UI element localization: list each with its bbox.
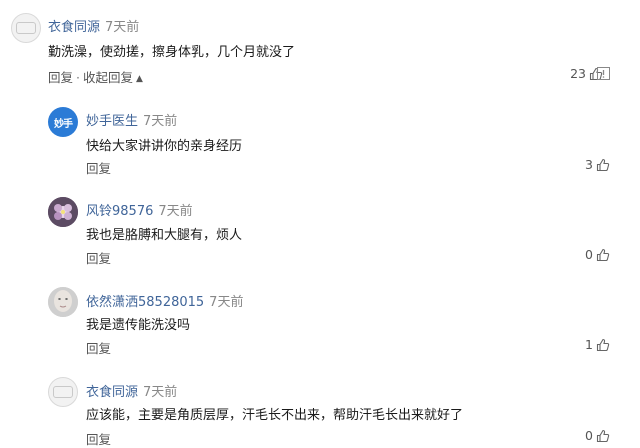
- comment-time: 7天前: [158, 204, 193, 219]
- comment-username[interactable]: 衣食同源 7天前: [48, 16, 139, 35]
- reply-button[interactable]: 回复: [86, 251, 111, 266]
- comment-actions: 回复: [86, 248, 111, 267]
- collapse-replies-button[interactable]: 收起回复 ▲: [83, 70, 143, 85]
- user-avatar[interactable]: [48, 287, 78, 317]
- like-button[interactable]: 3: [585, 157, 610, 172]
- user-avatar[interactable]: [48, 377, 78, 407]
- comment-username[interactable]: 衣食同源 7天前: [86, 381, 177, 400]
- reply-item: 衣食同源 7天前 应该能，主要是角质层厚，汗毛长不出来，帮助汗毛长出来就好了 回复…: [0, 365, 640, 448]
- thumbs-up-icon: [596, 158, 610, 171]
- report-icon[interactable]: [597, 67, 610, 80]
- comment-time: 7天前: [209, 295, 244, 310]
- reply-button[interactable]: 回复: [48, 70, 73, 85]
- flower-photo-icon: [48, 197, 78, 227]
- like-button[interactable]: 0: [585, 247, 610, 262]
- reply-button[interactable]: 回复: [86, 341, 111, 356]
- comment-content: 应该能，主要是角质层厚，汗毛长不出来，帮助汗毛长出来就好了: [86, 408, 464, 423]
- comment-content: 快给大家讲讲你的亲身经历: [86, 139, 243, 154]
- chevron-up-icon: ▲: [136, 74, 143, 84]
- reply-button[interactable]: 回复: [86, 161, 111, 176]
- like-button[interactable]: 1: [585, 337, 610, 352]
- like-count: 3: [585, 157, 593, 172]
- like-count: 1: [585, 337, 593, 352]
- comment-content: 我也是胳膊和大腿有，烦人: [86, 228, 243, 243]
- comment-actions: 回复 · 收起回复 ▲: [48, 70, 143, 85]
- reply-item: 依然潇洒58528015 7天前 我是遗传能洗没吗 回复 1: [0, 275, 640, 365]
- comment-username[interactable]: 风铃98576 7天前: [86, 200, 193, 219]
- comment-actions: 回复: [86, 158, 111, 177]
- reply-item: 妙手 妙手医生 7天前 快给大家讲讲你的亲身经历 回复 3: [0, 95, 640, 185]
- comment-username[interactable]: 依然潇洒58528015 7天前: [86, 291, 243, 310]
- face-photo-icon: [48, 287, 78, 317]
- like-count: 0: [585, 428, 593, 443]
- comment-username[interactable]: 妙手医生 7天前: [86, 110, 177, 129]
- comment-time: 7天前: [105, 20, 140, 35]
- comment-actions: 回复: [86, 429, 111, 448]
- like-button[interactable]: 0: [585, 428, 610, 443]
- user-avatar[interactable]: [48, 197, 78, 227]
- comment-content: 勤洗澡，使劲搓，擦身体乳，几个月就没了: [48, 45, 296, 60]
- thumbs-up-icon: [596, 338, 610, 351]
- comment-actions: 回复: [86, 338, 111, 357]
- user-avatar[interactable]: 妙手: [48, 107, 78, 137]
- like-count: 0: [585, 247, 593, 262]
- thumbs-up-icon: [596, 248, 610, 261]
- like-count: 23: [570, 66, 586, 81]
- thumbs-up-icon: [596, 429, 610, 442]
- reply-item: 风铃98576 7天前 我也是胳膊和大腿有，烦人 回复 0: [0, 185, 640, 275]
- comment-time: 7天前: [143, 385, 178, 400]
- comment-time: 7天前: [143, 114, 178, 129]
- user-avatar[interactable]: [11, 13, 41, 43]
- comment-content: 我是遗传能洗没吗: [86, 318, 191, 333]
- comment-item: 衣食同源 7天前 勤洗澡，使劲搓，擦身体乳，几个月就没了 回复 · 收起回复 ▲ 23: [0, 0, 640, 95]
